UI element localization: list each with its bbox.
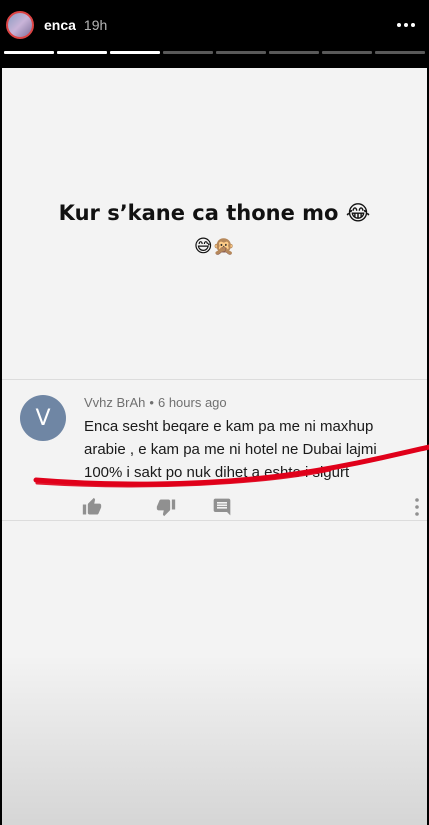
comment-author: Vvhz BrAh (84, 395, 146, 410)
comment-text: Enca sesht beqare e kam pa me ni maxhup … (84, 418, 377, 481)
progress-segment (322, 51, 372, 54)
profile-avatar[interactable] (6, 11, 34, 39)
thumbs-down-icon (156, 497, 176, 517)
more-horizontal-icon[interactable] (393, 19, 419, 31)
commenter-avatar: V (20, 395, 66, 441)
progress-segment (216, 51, 266, 54)
progress-segment (57, 51, 107, 54)
caption-line-1: Kur s’kane ca thone mo 😂 (58, 201, 371, 225)
comment-screenshot: V Vvhz BrAh • 6 hours ago Enca sesht beqar… (2, 379, 427, 521)
comment-icon (212, 497, 232, 517)
story-progress (4, 51, 425, 54)
username[interactable]: enca (44, 17, 76, 33)
comment-timestamp: 6 hours ago (157, 395, 227, 410)
progress-segment (375, 51, 425, 54)
comment-meta: Vvhz BrAh • 6 hours ago (84, 395, 227, 410)
thumbs-up-icon (82, 497, 102, 517)
progress-segment (163, 51, 213, 54)
more-vertical-icon (407, 497, 419, 517)
story-timestamp: 19h (83, 17, 108, 33)
comment-actions (82, 497, 419, 517)
story-caption: Kur s’kane ca thone mo 😂 😅🙊 (2, 196, 427, 264)
progress-segment (269, 51, 319, 54)
story-header: enca 19h (0, 0, 429, 50)
progress-segment (110, 51, 160, 54)
meta-separator: • (149, 395, 154, 410)
story-viewer[interactable]: enca 19h Kur s’kane ca thone mo 😂 😅🙊 V V… (0, 0, 429, 825)
progress-segment (4, 51, 54, 54)
caption-line-2: 😅🙊 (193, 236, 236, 257)
story-content: Kur s’kane ca thone mo 😂 😅🙊 V Vvhz BrAh •… (2, 68, 427, 825)
